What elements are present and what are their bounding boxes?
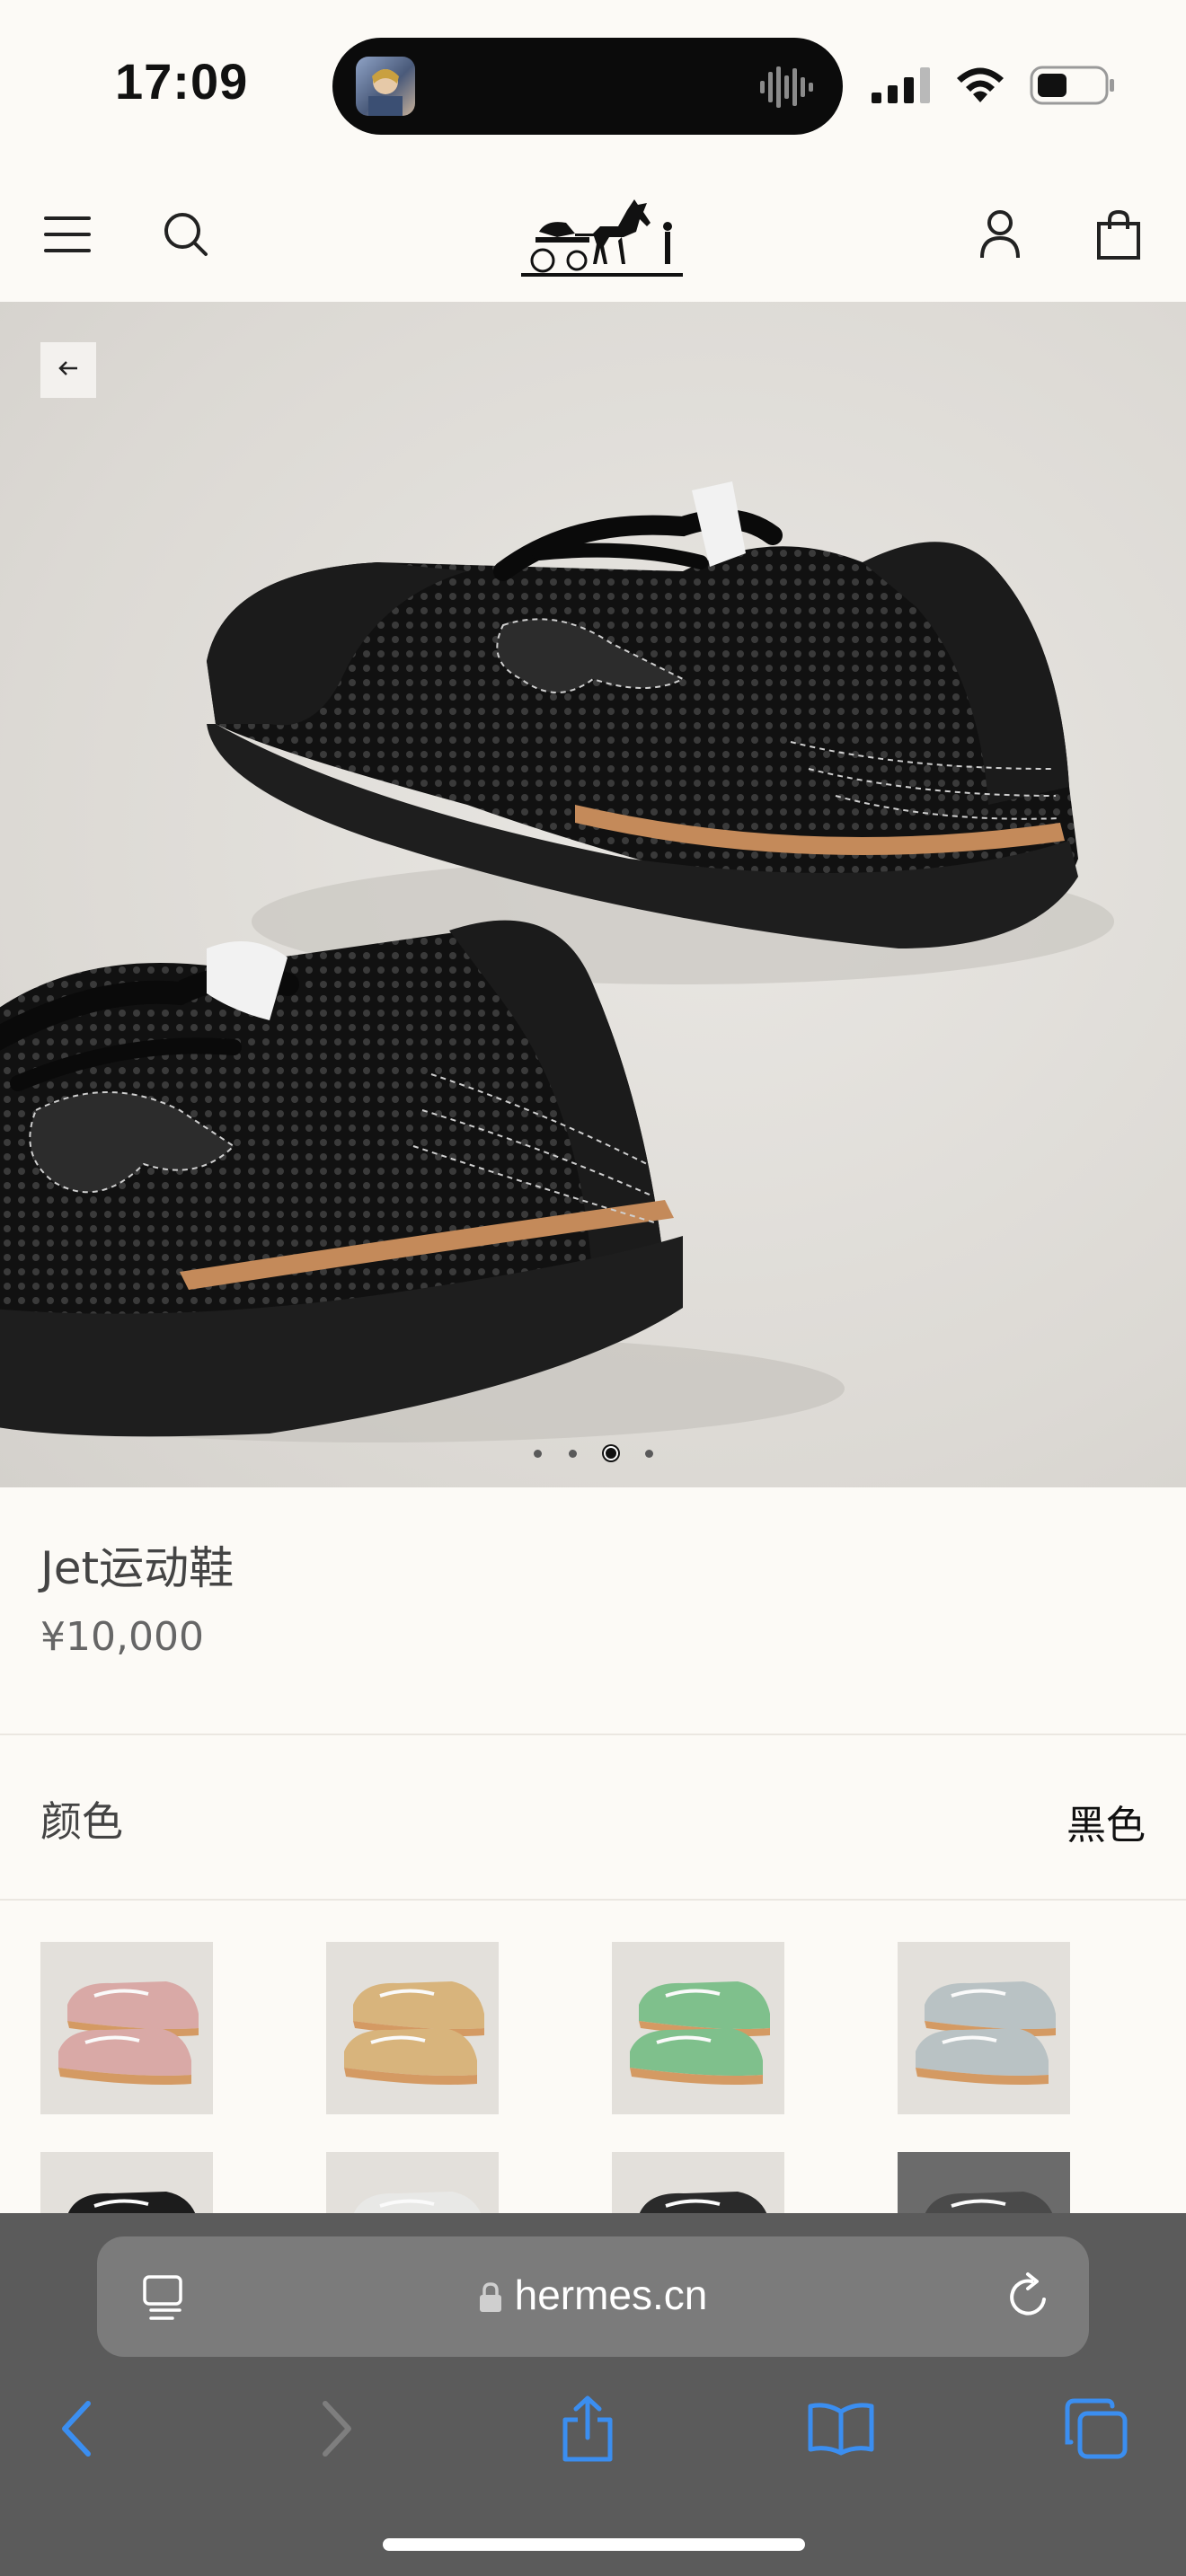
status-bar: 17:09 — [0, 0, 1186, 171]
book-icon[interactable] — [805, 2393, 877, 2465]
chevron-right-icon[interactable] — [300, 2393, 372, 2465]
audio-waveform-icon — [758, 65, 816, 113]
pagination-dot[interactable] — [644, 1449, 653, 1458]
product-name: Jet运动鞋 — [40, 1542, 235, 1594]
color-swatch[interactable] — [898, 2152, 1070, 2213]
divider — [0, 1899, 1186, 1901]
pagination-dot[interactable] — [568, 1449, 577, 1458]
address-bar[interactable]: hermes.cn — [97, 2236, 1089, 2357]
gallery-pagination[interactable] — [0, 1446, 1186, 1460]
color-swatch[interactable] — [326, 1942, 499, 2114]
tabs-icon[interactable] — [1060, 2393, 1132, 2465]
product-image — [0, 481, 1114, 1442]
color-swatch[interactable] — [612, 1942, 784, 2114]
user-icon[interactable] — [972, 207, 1028, 262]
home-indicator[interactable] — [383, 2538, 805, 2551]
reload-icon[interactable] — [1005, 2271, 1053, 2325]
shopping-bag-icon[interactable] — [1091, 207, 1146, 262]
color-swatch[interactable] — [326, 2152, 499, 2213]
product-price: ¥10,000 — [40, 1614, 204, 1660]
gallery-back-button[interactable] — [40, 342, 96, 398]
url-text: hermes.cn — [514, 2272, 708, 2318]
wifi-icon — [954, 66, 1006, 108]
chevron-left-icon[interactable] — [41, 2393, 113, 2465]
color-swatch[interactable] — [612, 2152, 784, 2213]
lock-icon — [479, 2274, 502, 2323]
color-label: 颜色 — [40, 1797, 123, 1846]
color-swatch[interactable] — [898, 1942, 1070, 2114]
browser-toolbar: hermes.cn — [0, 2213, 1186, 2576]
product-image-gallery[interactable] — [0, 302, 1186, 1487]
divider — [0, 1734, 1186, 1735]
share-icon[interactable] — [552, 2393, 624, 2465]
selected-color: 黑色 — [1067, 1803, 1146, 1848]
arrow-left-icon — [58, 360, 79, 380]
hamburger-icon[interactable] — [40, 207, 95, 262]
dynamic-island[interactable] — [332, 38, 843, 135]
url-display[interactable]: hermes.cn — [97, 2271, 1089, 2323]
cellular-signal-icon — [872, 67, 931, 107]
color-swatch[interactable] — [40, 2152, 213, 2213]
horse-carriage-logo[interactable] — [521, 192, 683, 282]
status-icons — [872, 65, 1116, 110]
now-playing-artwork[interactable] — [356, 57, 415, 116]
site-header — [0, 171, 1186, 302]
status-time: 17:09 — [115, 53, 249, 110]
search-icon[interactable] — [158, 207, 214, 262]
pagination-dot-active[interactable] — [603, 1446, 618, 1460]
color-swatch[interactable] — [40, 1942, 213, 2114]
pagination-dot[interactable] — [533, 1449, 542, 1458]
battery-icon — [1030, 65, 1116, 110]
